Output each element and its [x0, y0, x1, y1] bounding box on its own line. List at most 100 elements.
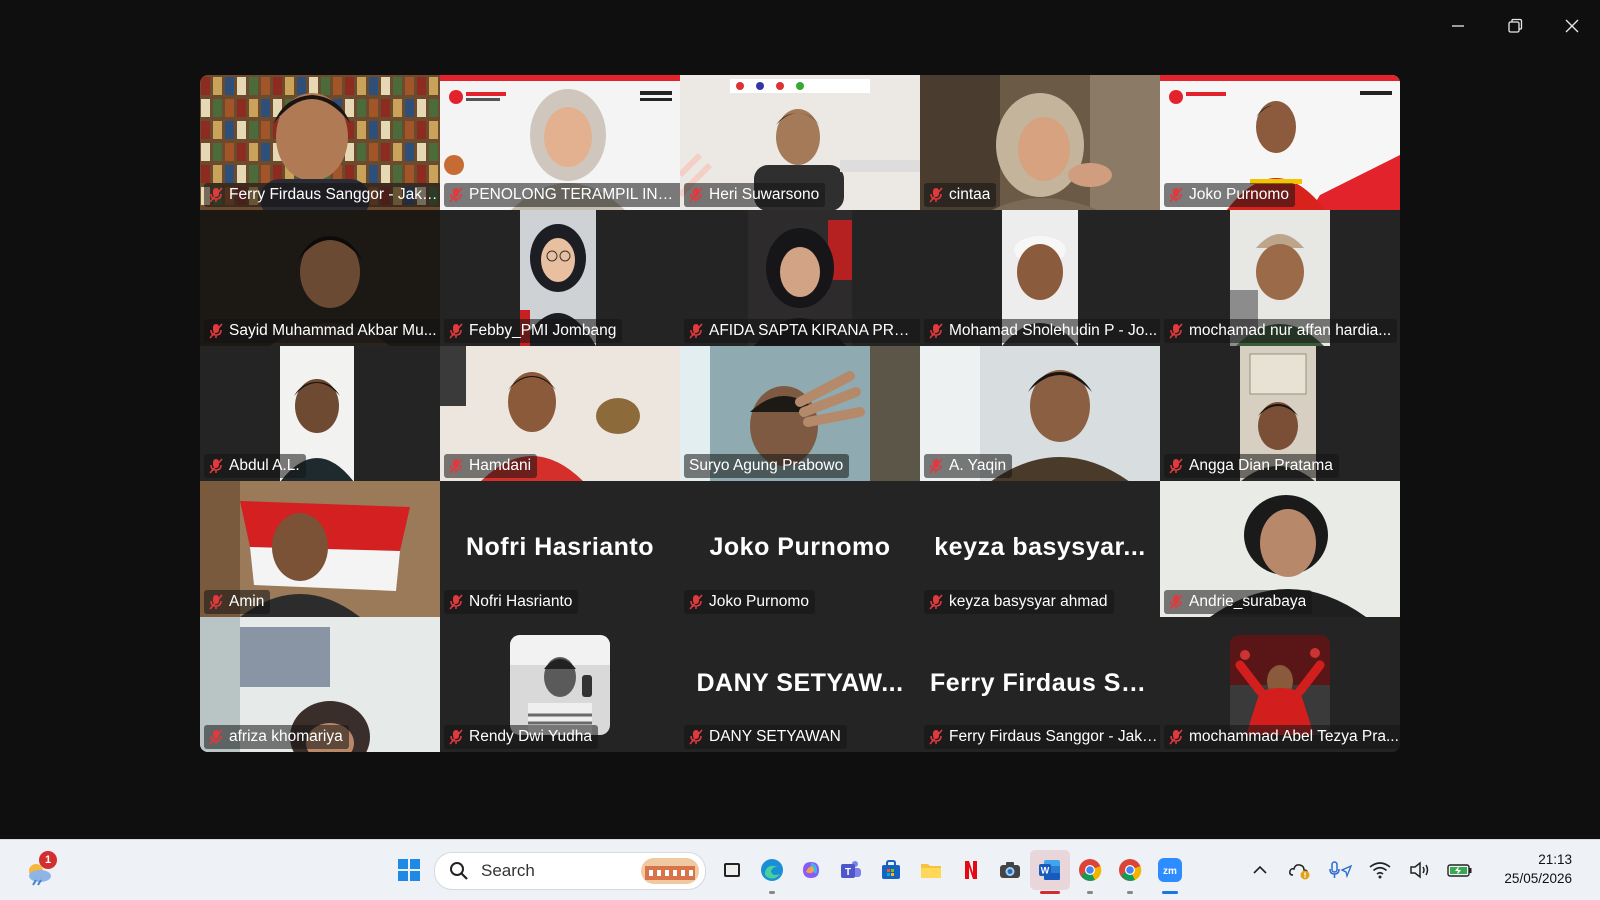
participant-name: Sayid Muhammad Akbar Mu...	[229, 321, 437, 339]
participant-gallery: Ferry Firdaus Sanggor - Jaka... PENOLONG …	[200, 75, 1400, 752]
participant-name-tag: cintaa	[924, 183, 997, 208]
participant-tile[interactable]: mochamad nur affan hardia...	[1160, 210, 1400, 346]
participant-tile[interactable]: DANY SETYAW... DANY SETYAWAN	[680, 616, 920, 752]
microphone-muted-icon	[449, 594, 463, 610]
microphone-muted-icon	[929, 594, 943, 610]
participant-name-tag: Nofri Hasrianto	[444, 589, 579, 614]
microphone-muted-icon	[449, 729, 463, 745]
microphone-muted-icon	[1169, 323, 1183, 339]
svg-text:zm: zm	[1163, 866, 1177, 877]
microphone-muted-icon	[689, 594, 703, 610]
participant-tile[interactable]: afriza khomariya	[200, 616, 440, 752]
participant-name: Nofri Hasrianto	[469, 592, 573, 610]
start-button[interactable]	[398, 859, 420, 881]
participant-name: PENOLONG TERAMPIL INDONE...	[469, 186, 679, 204]
camera-app[interactable]	[991, 850, 1031, 890]
participant-name: AFIDA SAPTA KIRANA PRODI...	[709, 321, 919, 339]
zoom-app[interactable]: zm	[1150, 850, 1190, 894]
microphone-icon	[1329, 861, 1353, 879]
search-highlight-image	[641, 858, 699, 884]
participant-name-tag: keyza basysyar ahmad	[924, 589, 1114, 614]
restore-button[interactable]	[1486, 0, 1543, 52]
participant-tile[interactable]: cintaa	[920, 75, 1160, 211]
window-controls	[1429, 0, 1600, 52]
battery-charging-icon	[1447, 864, 1472, 877]
participant-name-tag: A. Yaqin	[924, 454, 1013, 479]
close-button[interactable]	[1543, 0, 1600, 52]
participant-tile[interactable]: mochammad Abel Tezya Pra...	[1160, 616, 1400, 752]
system-clock[interactable]: 21:13 25/05/2026	[1504, 850, 1572, 888]
microphone-muted-icon	[209, 458, 223, 474]
battery-status[interactable]	[1440, 850, 1480, 890]
windows-icon	[398, 859, 420, 881]
teams-icon: T	[841, 861, 862, 878]
participant-tile[interactable]: Suryo Agung Prabowo	[680, 345, 920, 482]
participant-name-tag: DANY SETYAWAN	[684, 724, 847, 749]
show-hidden-icons-button[interactable]	[1240, 850, 1280, 890]
participant-tile[interactable]: Heri Suwarsono	[680, 75, 920, 211]
participant-tile[interactable]: Hamdani	[440, 345, 680, 482]
teams-app[interactable]: T	[831, 850, 871, 890]
participant-tile[interactable]: Rendy Dwi Yudha	[440, 616, 680, 752]
netflix-app[interactable]	[951, 850, 991, 890]
participant-tile[interactable]: Nofri Hasrianto Nofri Hasrianto	[440, 481, 680, 617]
participant-name: Mohamad Sholehudin P - Jo...	[949, 321, 1158, 339]
minimize-button[interactable]	[1429, 0, 1486, 52]
participant-tile[interactable]: AFIDA SAPTA KIRANA PRODI...	[680, 210, 920, 346]
participant-tile[interactable]: Amin	[200, 481, 440, 617]
participant-name: Andrie_surabaya	[1189, 592, 1307, 610]
task-view-button[interactable]	[712, 850, 752, 890]
wifi-status[interactable]	[1360, 850, 1400, 890]
participant-tile[interactable]: Angga Dian Pratama	[1160, 345, 1400, 482]
onedrive-status[interactable]	[1280, 850, 1320, 890]
participant-display-name: Nofri Hasrianto	[465, 533, 655, 562]
participant-name-tag: afriza khomariya	[204, 724, 349, 749]
participant-tile[interactable]: Andrie_surabaya	[1160, 481, 1400, 617]
participant-tile[interactable]: Ferry Firdaus Sanggor - Jaka...	[200, 75, 440, 211]
participant-tile[interactable]: PENOLONG TERAMPIL INDONE...	[440, 75, 680, 211]
participant-name-tag: Suryo Agung Prabowo	[684, 454, 850, 479]
participant-name: Ferry Firdaus Sanggor - Jaka...	[949, 727, 1159, 745]
participant-name-tag: Joko Purnomo	[1164, 183, 1295, 208]
camera-icon	[1000, 862, 1021, 878]
participant-tile[interactable]: keyza basysyar... keyza basysyar ahmad	[920, 481, 1160, 617]
participant-name-tag: PENOLONG TERAMPIL INDONE...	[444, 183, 680, 208]
copilot-icon	[803, 862, 820, 878]
folder-icon	[920, 864, 941, 878]
microphone-muted-icon	[209, 187, 223, 203]
copilot-app[interactable]	[792, 850, 832, 890]
volume-status[interactable]	[1400, 850, 1440, 890]
chrome-profile-app[interactable]	[1110, 850, 1150, 894]
participant-name: DANY SETYAWAN	[709, 727, 841, 745]
participant-name: mochammad Abel Tezya Pra...	[1189, 727, 1399, 745]
svg-text:T: T	[845, 867, 851, 878]
word-app[interactable]: W	[1030, 850, 1071, 894]
participant-tile[interactable]: Joko Purnomo Joko Purnomo	[680, 481, 920, 617]
participant-tile[interactable]: Febby_PMI Jombang	[440, 210, 680, 346]
participant-tile[interactable]: A. Yaqin	[920, 345, 1160, 482]
participant-tile[interactable]: Abdul A.L.	[200, 345, 440, 482]
participant-name: Angga Dian Pratama	[1189, 457, 1333, 475]
participant-name: Suryo Agung Prabowo	[689, 457, 844, 475]
participant-name-tag: Hamdani	[444, 454, 538, 479]
taskbar-search[interactable]: Search	[434, 852, 706, 890]
participant-tile[interactable]: Ferry Firdaus Sa... Ferry Firdaus Sanggor…	[920, 616, 1160, 752]
microphone-muted-icon	[1169, 729, 1183, 745]
chrome-app[interactable]	[1070, 850, 1110, 894]
file-explorer-app[interactable]	[911, 850, 951, 890]
system-tray	[1240, 850, 1480, 890]
wifi-icon	[1369, 862, 1391, 879]
participant-name: Rendy Dwi Yudha	[469, 727, 592, 745]
participant-name: mochamad nur affan hardia...	[1189, 321, 1392, 339]
chrome-icon	[1079, 859, 1102, 881]
participant-tile[interactable]: Sayid Muhammad Akbar Mu...	[200, 210, 440, 346]
participant-tile[interactable]: Mohamad Sholehudin P - Jo...	[920, 210, 1160, 346]
word-icon: W	[1039, 860, 1061, 880]
chrome-icon	[1118, 859, 1142, 881]
store-app[interactable]	[871, 850, 911, 890]
participant-tile[interactable]: Joko Purnomo	[1160, 75, 1400, 211]
microphone-in-use[interactable]	[1320, 850, 1360, 890]
edge-app[interactable]	[752, 850, 792, 894]
participant-name: Joko Purnomo	[1189, 186, 1289, 204]
store-icon	[882, 860, 901, 879]
